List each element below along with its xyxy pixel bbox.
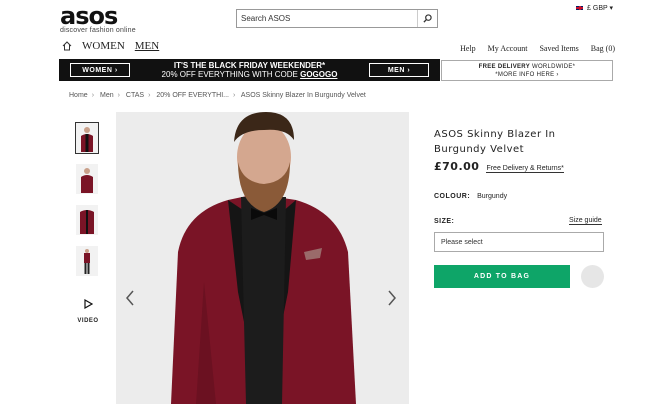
search-input[interactable] — [237, 10, 417, 27]
logo-wordmark: asos — [60, 2, 118, 30]
delivery-bold: FREE DELIVERY — [478, 64, 531, 70]
my-account-link[interactable]: My Account — [488, 44, 528, 53]
delivery-headline: FREE DELIVERY WORLDWIDE* — [442, 63, 612, 71]
product-title: ASOS Skinny Blazer In Burgundy Velvet — [434, 129, 556, 155]
breadcrumb-men[interactable]: Men — [100, 92, 114, 99]
utility-nav: Help My Account Saved Items Bag (0) — [460, 44, 615, 53]
search-icon — [423, 14, 432, 23]
breadcrumb-sale[interactable]: 20% OFF EVERYTHI... — [156, 92, 229, 99]
breadcrumb: Home › Men › CTAS › 20% OFF EVERYTHI... › AS… — [69, 92, 366, 99]
nav-men[interactable]: MEN — [135, 40, 159, 52]
thumbnail-image — [84, 249, 90, 274]
chevron-right-icon — [388, 290, 396, 306]
gender-nav: WOMEN MEN — [62, 40, 159, 52]
product-price: £70.00 — [434, 160, 480, 173]
colour-value: Burgundy — [477, 193, 508, 200]
uk-flag-icon — [575, 5, 585, 11]
colour-label: COLOUR: — [434, 193, 471, 200]
delivery-rest: WORLDWIDE* — [530, 64, 576, 70]
size-select[interactable]: Please select — [434, 232, 604, 252]
asos-logo[interactable]: asos discover fashion online — [60, 3, 140, 34]
size-label: SIZE: — [434, 218, 455, 225]
promo-women-button[interactable]: WOMEN › — [70, 63, 130, 77]
delivery-more-info[interactable]: *MORE INFO HERE › — [442, 71, 612, 79]
thumbnail-1[interactable] — [75, 122, 99, 154]
free-delivery-banner[interactable]: FREE DELIVERY WORLDWIDE* *MORE INFO HERE… — [441, 60, 613, 81]
price-row: £70.00 Free Delivery & Returns* — [434, 160, 564, 173]
add-to-bag-button[interactable]: ADD TO BAG — [434, 265, 570, 288]
search-button[interactable] — [417, 10, 437, 27]
thumbnail-2[interactable] — [76, 164, 98, 194]
promo-offer: 20% OFF EVERYTHING WITH CODE — [161, 70, 301, 79]
prev-image-arrow[interactable] — [125, 290, 135, 311]
promo-headline: IT'S THE BLACK FRIDAY WEEKENDER* — [173, 61, 326, 70]
search-bar — [236, 9, 438, 28]
thumbnail-image — [80, 210, 94, 234]
chevron-left-icon — [126, 290, 134, 306]
next-image-arrow[interactable] — [387, 290, 397, 311]
product-main-image[interactable] — [116, 112, 409, 404]
logo-tagline: discover fashion online — [60, 27, 136, 34]
breadcrumb-home[interactable]: Home — [69, 92, 88, 99]
colour-row: COLOUR: Burgundy — [434, 193, 507, 200]
video-button[interactable]: VIDEO — [76, 296, 100, 324]
model-in-blazer-image — [116, 112, 409, 404]
promo-banner: WOMEN › IT'S THE BLACK FRIDAY WEEKENDER*… — [59, 59, 440, 81]
promo-code: GOGOGO — [300, 70, 338, 79]
home-icon[interactable] — [62, 41, 72, 51]
save-for-later-button[interactable] — [581, 265, 604, 288]
thumbnail-image — [81, 127, 93, 152]
free-delivery-link[interactable]: Free Delivery & Returns* — [486, 165, 564, 173]
breadcrumb-ctas[interactable]: CTAS — [126, 92, 144, 99]
video-label: VIDEO — [77, 318, 99, 324]
promo-subline: 20% OFF EVERYTHING WITH CODE GOGOGO — [139, 70, 360, 79]
bag-link[interactable]: Bag (0) — [591, 44, 615, 53]
thumbnail-image — [81, 168, 93, 193]
size-guide-link[interactable]: Size guide — [569, 217, 602, 225]
thumbnail-4[interactable] — [76, 246, 98, 276]
thumbnail-list — [75, 122, 99, 287]
nav-women[interactable]: WOMEN — [82, 40, 125, 52]
help-link[interactable]: Help — [460, 44, 476, 53]
promo-text: IT'S THE BLACK FRIDAY WEEKENDER* 20% OFF… — [139, 61, 360, 79]
promo-men-button[interactable]: MEN › — [369, 63, 429, 77]
currency-label: £ GBP ▾ — [587, 5, 613, 12]
saved-items-link[interactable]: Saved Items — [539, 44, 578, 53]
breadcrumb-current: ASOS Skinny Blazer In Burgundy Velvet — [240, 92, 366, 99]
thumbnail-3[interactable] — [76, 205, 98, 235]
currency-selector[interactable]: £ GBP ▾ — [575, 4, 613, 12]
play-icon — [84, 298, 94, 310]
